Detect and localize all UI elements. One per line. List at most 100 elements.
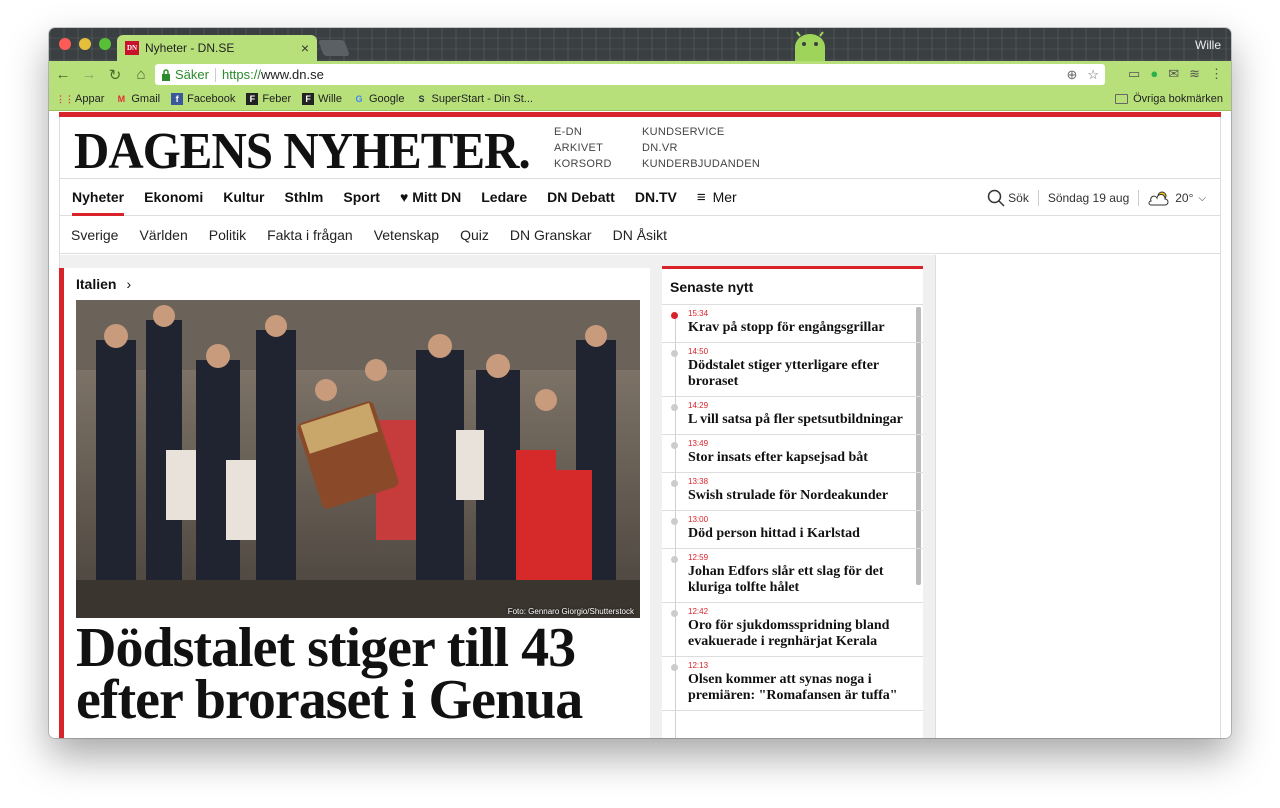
bookmark-wille[interactable]: F Wille [302, 93, 342, 105]
zoom-window-button[interactable] [99, 38, 111, 50]
latest-news-item[interactable]: 13:00 Död person hittad i Karlstad [662, 511, 923, 549]
subnav-vetenskap[interactable]: Vetenskap [374, 227, 439, 243]
bookmark-superstart[interactable]: S SuperStart - Din St... [415, 93, 533, 105]
chevron-down-icon: ⌵ [1198, 192, 1206, 204]
secure-indicator[interactable]: Säker [161, 67, 209, 82]
subnav-politik[interactable]: Politik [209, 227, 246, 243]
bookmark-label: Gmail [131, 93, 161, 105]
url-protocol: https:// [221, 67, 261, 82]
link-kunderbjudanden[interactable]: KUNDERBJUDANDEN [642, 156, 760, 172]
latest-news-title: Senaste nytt [662, 269, 923, 305]
back-icon[interactable]: ← [51, 66, 75, 83]
funeral-procession-image [76, 300, 640, 618]
bookmark-label: Facebook [187, 93, 236, 105]
search-button[interactable]: Sök [987, 189, 1029, 207]
nav-more[interactable]: ≡ Mer [697, 178, 737, 216]
nav-sthlm[interactable]: Sthlm [284, 178, 323, 216]
timeline-dot-icon [671, 610, 678, 617]
feber-icon: F [246, 93, 259, 105]
lock-icon [162, 68, 170, 81]
nav-ledare[interactable]: Ledare [481, 178, 527, 216]
pushbullet-icon[interactable]: ● [1150, 66, 1158, 82]
news-time: 13:49 [688, 439, 709, 448]
news-time: 13:38 [688, 477, 709, 486]
subnav-sverige[interactable]: Sverige [71, 227, 118, 243]
bookmark-feber[interactable]: F Feber [246, 93, 291, 105]
timeline-dot-icon [671, 312, 678, 319]
close-window-button[interactable] [59, 38, 71, 50]
bookmark-facebook[interactable]: f Facebook [171, 93, 235, 105]
subnav-dn-asikt[interactable]: DN Åsikt [613, 227, 667, 243]
news-time: 14:29 [688, 401, 709, 410]
article-headline[interactable]: Dödstalet stiger till 43 efter broraset … [76, 620, 651, 728]
chrome-menu-icon[interactable]: ⋮ [1210, 66, 1223, 82]
news-time: 13:00 [688, 515, 709, 524]
tab-close-icon[interactable]: × [301, 40, 309, 56]
news-headline: Död person hittad i Karlstad [688, 526, 860, 541]
site-logo[interactable]: DAGENS NYHETER. [74, 122, 531, 181]
gmail-icon: M [117, 94, 126, 104]
article-kicker[interactable]: Italien › [76, 276, 131, 292]
forward-icon[interactable]: → [77, 66, 101, 83]
nav-dn-debatt[interactable]: DN Debatt [547, 178, 615, 216]
photo-credit: Foto: Gennaro Giorgio/Shutterstock [507, 607, 634, 616]
cast-icon[interactable]: ▭ [1128, 66, 1140, 82]
mail-extension-icon[interactable]: ✉ [1168, 66, 1179, 82]
bookmark-appar[interactable]: ⋮⋮ Appar [56, 93, 105, 105]
latest-news-list: 15:34 Krav på stopp för engångsgrillar 14:… [662, 305, 923, 711]
latest-news-item[interactable]: 13:49 Stor insats efter kapsejsad båt [662, 435, 923, 473]
bookmark-label: Appar [75, 93, 105, 105]
other-bookmarks[interactable]: Övriga bokmärken [1115, 93, 1223, 105]
bookmark-star-icon[interactable]: ☆ [1087, 67, 1099, 83]
web-page: DAGENS NYHETER. E-DN ARKIVET KORSORD KUN… [49, 112, 1231, 738]
main-article[interactable]: Italien › Foto: Gennaro Giorgio/Shutters… [59, 268, 650, 738]
temperature-label: 20° [1175, 191, 1194, 205]
subnav-quiz[interactable]: Quiz [460, 227, 489, 243]
news-headline: Stor insats efter kapsejsad båt [688, 450, 868, 465]
reload-icon[interactable]: ↻ [103, 66, 127, 84]
address-bar[interactable]: Säker https:// www.dn.se ⊕ ☆ [155, 64, 1105, 85]
link-kundservice[interactable]: KUNDSERVICE [642, 124, 760, 140]
nav-utilities: Sök Söndag 19 aug 20° ⌵ [987, 179, 1206, 217]
news-headline: Krav på stopp för engångsgrillar [688, 320, 885, 335]
latest-news-item[interactable]: 14:50 Dödstalet stiger ytterligare efter … [662, 343, 923, 397]
new-tab-button[interactable] [318, 40, 350, 56]
subnav-dn-granskar[interactable]: DN Granskar [510, 227, 592, 243]
news-time: 15:34 [688, 309, 709, 318]
kicker-label: Italien [76, 276, 117, 292]
browser-tab[interactable]: DN Nyheter - DN.SE × [117, 35, 317, 61]
subnav-varlden[interactable]: Världen [139, 227, 187, 243]
superstart-icon: S [418, 94, 425, 104]
latest-news-item[interactable]: 15:34 Krav på stopp för engångsgrillar [662, 305, 923, 343]
nav-nyheter[interactable]: Nyheter [72, 178, 125, 216]
link-korsord[interactable]: KORSORD [554, 156, 612, 172]
latest-news-item[interactable]: 12:42 Oro för sjukdomsspridning bland eva… [662, 603, 923, 657]
latest-news-item[interactable]: 12:59 Johan Edfors slår ett slag för det … [662, 549, 923, 603]
layers-extension-icon[interactable]: ≋ [1189, 66, 1200, 82]
subnav-fakta-i-fragan[interactable]: Fakta i frågan [267, 227, 353, 243]
latest-news-item[interactable]: 12:13 Olsen kommer att synas noga i premi… [662, 657, 923, 711]
nav-ekonomi[interactable]: Ekonomi [144, 178, 203, 216]
link-arkivet[interactable]: ARKIVET [554, 140, 612, 156]
extension-icons: ▭ ● ✉ ≋ ⋮ [1128, 66, 1223, 82]
latest-news-item[interactable]: 13:38 Swish strulade för Nordeakunder [662, 473, 923, 511]
title-bar: DN Nyheter - DN.SE × Wille [49, 28, 1231, 61]
nav-sport[interactable]: Sport [343, 178, 380, 216]
nav-mitt-dn-label: Mitt DN [412, 189, 462, 205]
nav-dn-tv[interactable]: DN.TV [635, 178, 677, 216]
translate-icon[interactable]: ⊕ [1066, 67, 1077, 83]
bookmark-gmail[interactable]: M Gmail [115, 93, 160, 105]
link-dn-vr[interactable]: DN.VR [642, 140, 760, 156]
link-e-dn[interactable]: E-DN [554, 124, 612, 140]
article-photo[interactable]: Foto: Gennaro Giorgio/Shutterstock [76, 300, 640, 618]
nav-mitt-dn[interactable]: ♥ Mitt DN [400, 178, 461, 216]
nav-kultur[interactable]: Kultur [223, 178, 264, 216]
date-label: Söndag 19 aug [1047, 191, 1130, 205]
latest-news-item[interactable]: 14:29 L vill satsa på fler spetsutbildnin… [662, 397, 923, 435]
minimize-window-button[interactable] [79, 38, 91, 50]
home-icon[interactable]: ⌂ [129, 66, 153, 83]
bookmark-google[interactable]: G Google [353, 93, 404, 105]
profile-name[interactable]: Wille [1195, 38, 1221, 52]
bookmarks-bar: ⋮⋮ Appar M Gmail f Facebook F Feber F Wille G… [49, 88, 1231, 111]
weather-widget[interactable]: 20° ⌵ [1148, 189, 1206, 207]
